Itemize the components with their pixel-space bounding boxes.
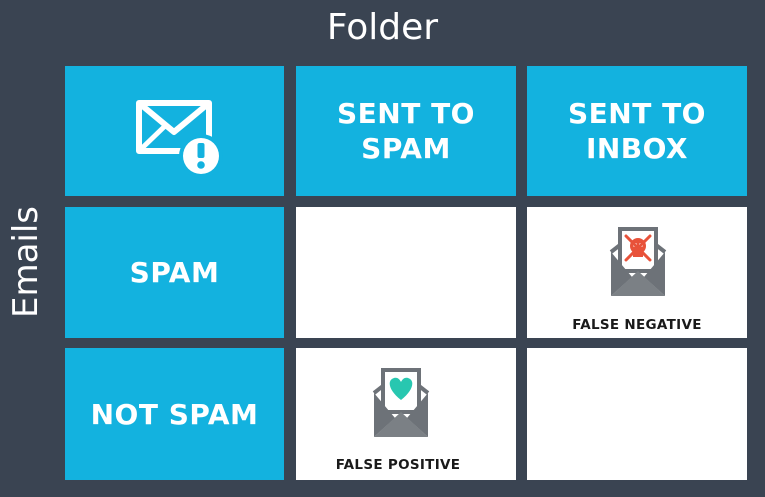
row-header-label: SPAM <box>129 256 220 289</box>
mail-alert-icon <box>136 100 223 178</box>
side-label: Emails <box>6 205 46 319</box>
cell-false-positive: FALSE POSITIVE <box>296 348 516 480</box>
row-header-not-spam: NOT SPAM <box>65 348 284 480</box>
column-header-line: SENT TO <box>568 97 706 130</box>
column-header-sent-to-inbox: SENT TO INBOX <box>527 66 747 196</box>
mail-heart-icon <box>372 368 430 437</box>
diagram-title: Folder <box>326 7 439 48</box>
cell-false-negative: FALSE NEGATIVE <box>527 207 747 338</box>
cell-true-negative <box>527 348 747 480</box>
column-header-line: INBOX <box>585 132 689 165</box>
column-header-line: SPAM <box>361 132 451 165</box>
cell-true-positive <box>296 207 516 338</box>
column-header-sent-to-spam: SENT TO SPAM <box>296 66 516 196</box>
row-header-label: NOT SPAM <box>90 397 259 431</box>
row-header-spam: SPAM <box>65 207 284 338</box>
column-header-line: SENT TO <box>337 97 475 130</box>
corner-cell <box>65 66 284 196</box>
false-positive-label: FALSE POSITIVE <box>335 457 461 473</box>
mail-skull-icon <box>609 227 667 296</box>
false-negative-label: FALSE NEGATIVE <box>572 317 702 333</box>
